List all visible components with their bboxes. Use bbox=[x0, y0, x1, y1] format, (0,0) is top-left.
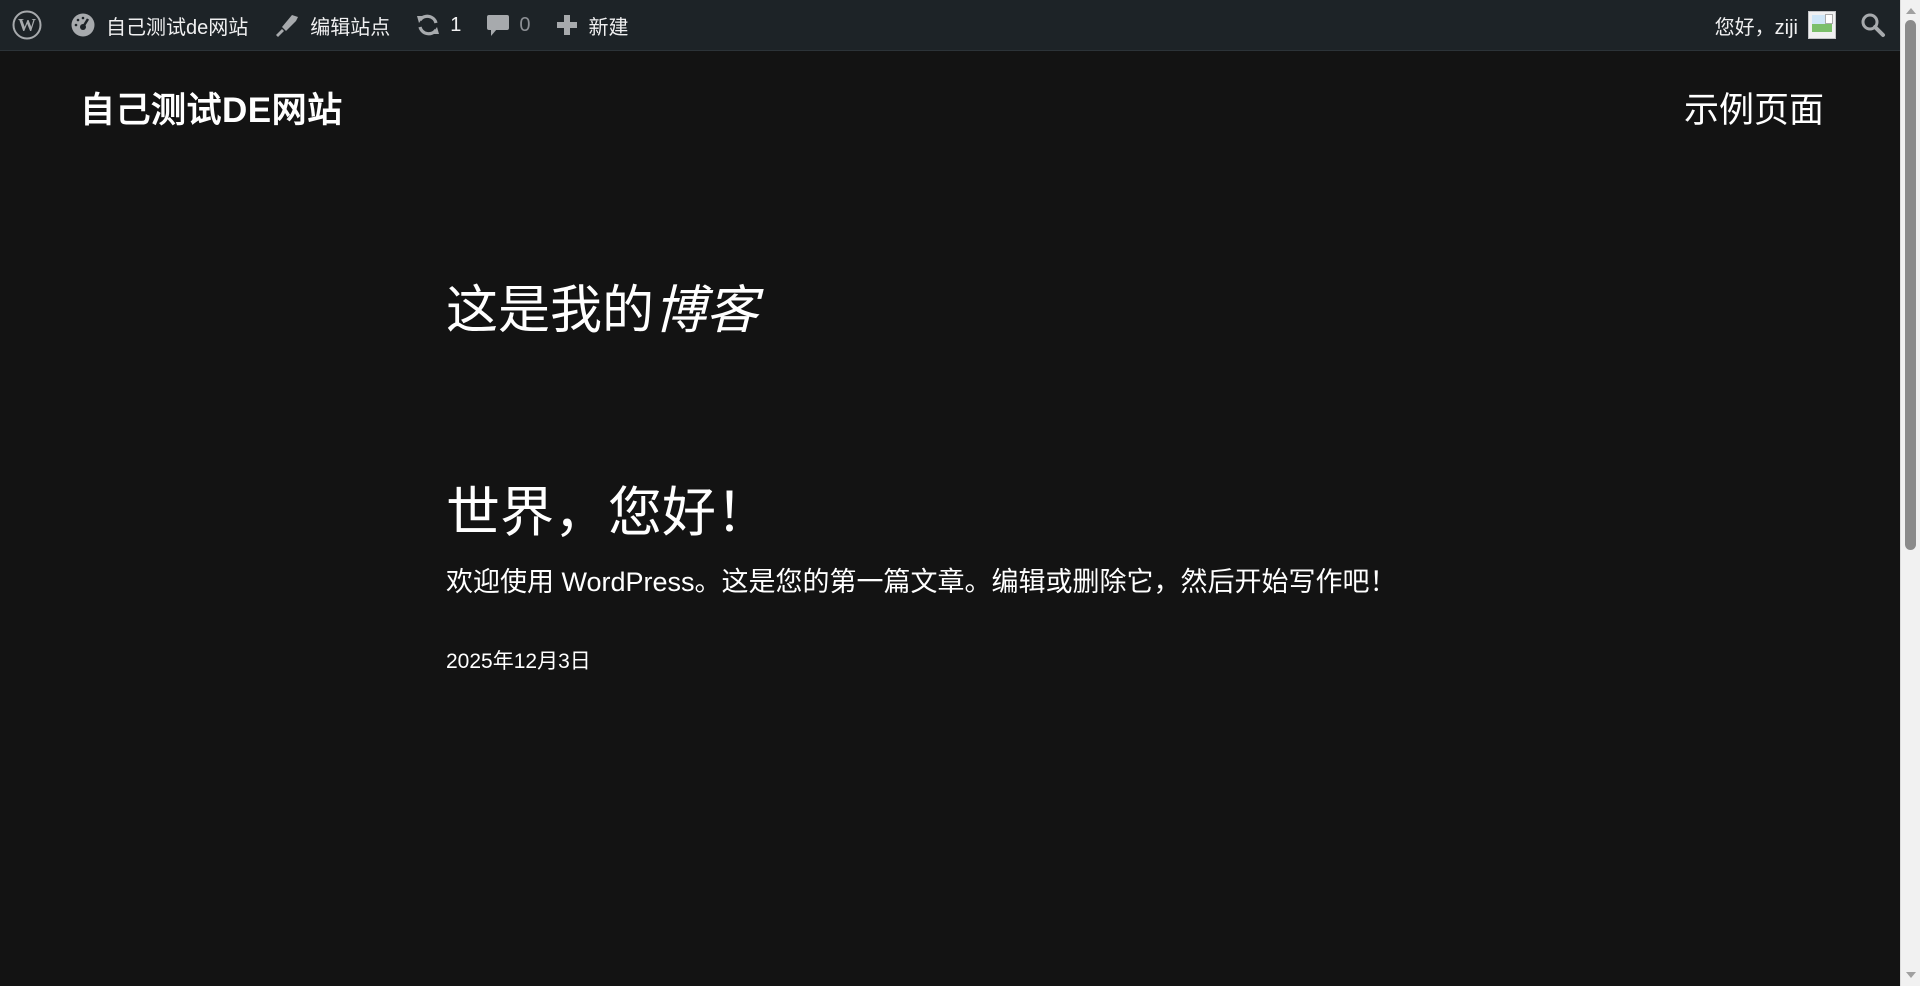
wordpress-logo-icon: W bbox=[12, 10, 42, 40]
vertical-scrollbar[interactable] bbox=[1900, 0, 1920, 986]
admin-bar-secondary: 您好，ziji bbox=[1703, 0, 1900, 50]
wordpress-menu[interactable]: W bbox=[0, 0, 54, 50]
scroll-thumb[interactable] bbox=[1905, 20, 1916, 550]
nav-item-sample-page[interactable]: 示例页面 bbox=[1684, 82, 1824, 133]
search-icon bbox=[1861, 13, 1885, 37]
avatar-image-icon bbox=[1808, 11, 1836, 39]
page-heading: 这是我的博客 bbox=[446, 268, 758, 343]
updates-button[interactable]: 1 bbox=[402, 0, 473, 50]
svg-text:W: W bbox=[18, 15, 36, 35]
my-account-menu[interactable]: 您好，ziji bbox=[1703, 0, 1848, 50]
site-name-menu[interactable]: 自己测试de网站 bbox=[54, 0, 260, 50]
scroll-down-arrow-icon[interactable] bbox=[1906, 972, 1916, 978]
page-heading-emphasis: 博客 bbox=[654, 283, 759, 340]
updates-count: 1 bbox=[450, 13, 462, 36]
site-name-label: 自己测试de网站 bbox=[106, 16, 249, 39]
user-greeting: 您好，ziji bbox=[1714, 16, 1798, 39]
refresh-icon bbox=[417, 14, 440, 36]
site-title-link[interactable]: 自己测试DE网站 bbox=[80, 82, 343, 133]
post-title-link[interactable]: 世界，您好！ bbox=[446, 468, 770, 547]
comment-bubble-icon bbox=[487, 15, 510, 36]
edit-site-button[interactable]: 编辑站点 bbox=[260, 0, 402, 50]
new-content-label: 新建 bbox=[588, 16, 629, 39]
admin-bar: W 自己测试de网站 编辑站点 1 0 新建 您好，ziji bbox=[0, 0, 1900, 51]
dashboard-icon bbox=[71, 13, 95, 37]
search-button[interactable] bbox=[1848, 0, 1900, 50]
post-date[interactable]: 2025年12月3日 bbox=[446, 645, 591, 675]
post-excerpt: 欢迎使用 WordPress。这是您的第一篇文章。编辑或删除它，然后开始写作吧！ bbox=[446, 567, 1397, 597]
scroll-up-arrow-icon[interactable] bbox=[1906, 8, 1916, 14]
comments-count: 0 bbox=[519, 13, 531, 36]
brush-icon bbox=[276, 15, 299, 37]
plus-icon bbox=[556, 15, 577, 35]
comments-button[interactable]: 0 bbox=[473, 0, 542, 50]
edit-site-label: 编辑站点 bbox=[310, 16, 391, 39]
page-heading-plain: 这是我的 bbox=[446, 283, 655, 340]
new-content-button[interactable]: 新建 bbox=[543, 0, 641, 50]
